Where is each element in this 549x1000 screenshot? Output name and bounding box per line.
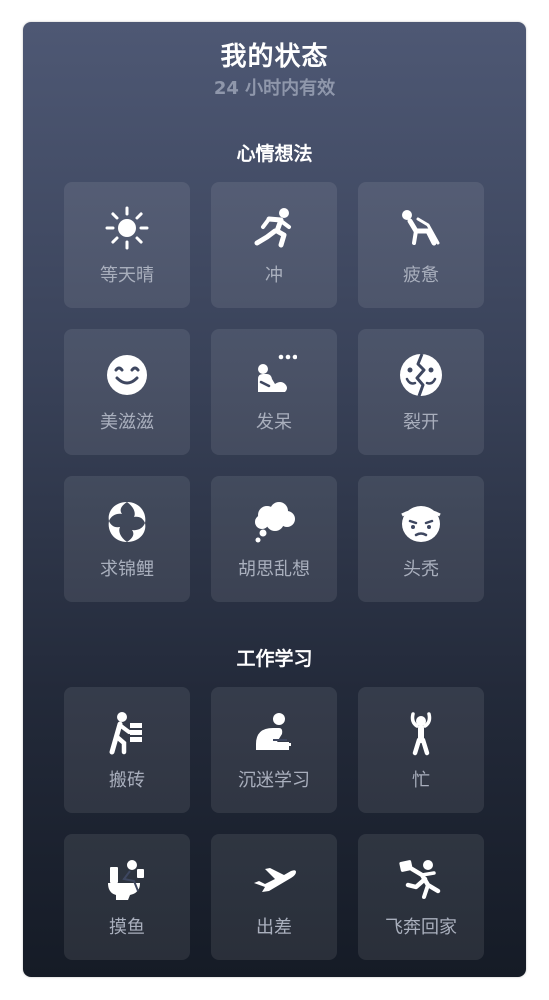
status-label: 摸鱼 <box>109 917 145 938</box>
cracked-face-icon <box>398 352 444 398</box>
status-tile-slacking[interactable]: 摸鱼 <box>64 834 190 960</box>
status-label: 沉迷学习 <box>238 770 310 791</box>
studying-icon <box>251 710 297 756</box>
status-label: 美滋滋 <box>100 412 154 433</box>
busy-person-icon <box>398 710 444 756</box>
status-tile-bricks[interactable]: 搬砖 <box>64 687 190 813</box>
smile-face-icon <box>104 352 150 398</box>
koi-fish-icon <box>104 499 150 545</box>
slacking-toilet-icon <box>104 857 150 903</box>
section-title-work: 工作学习 <box>236 648 313 670</box>
thought-bubble-icon <box>251 499 297 545</box>
status-label: 发呆 <box>256 412 292 433</box>
status-tile-overthinking[interactable]: 胡思乱想 <box>211 476 337 602</box>
status-label: 忙 <box>412 770 430 791</box>
status-label: 求锦鲤 <box>100 559 154 580</box>
sun-icon <box>104 205 150 251</box>
status-label: 疲惫 <box>403 265 439 286</box>
status-label: 冲 <box>265 265 283 286</box>
bald-head-icon <box>398 499 444 545</box>
status-tile-studying[interactable]: 沉迷学习 <box>211 687 337 813</box>
status-tile-koi[interactable]: 求锦鲤 <box>64 476 190 602</box>
status-tile-tired[interactable]: 疲惫 <box>358 182 484 308</box>
daydream-icon <box>251 352 297 398</box>
status-label: 头秃 <box>403 559 439 580</box>
status-label: 裂开 <box>403 412 439 433</box>
status-tile-bald[interactable]: 头秃 <box>358 476 484 602</box>
status-label: 飞奔回家 <box>385 917 457 938</box>
running-icon <box>251 205 297 251</box>
status-tile-busy[interactable]: 忙 <box>358 687 484 813</box>
status-tile-daydream[interactable]: 发呆 <box>211 329 337 455</box>
reclining-tired-icon <box>398 205 444 251</box>
status-label: 出差 <box>256 917 292 938</box>
status-panel: 我的状态 24 小时内有效 心情想法 等天晴 冲 疲惫 美滋滋 发呆 裂开 求锦… <box>23 22 526 977</box>
status-tile-happy[interactable]: 美滋滋 <box>64 329 190 455</box>
status-tile-cracked[interactable]: 裂开 <box>358 329 484 455</box>
status-label: 胡思乱想 <box>238 559 310 580</box>
page-title: 我的状态 <box>220 42 329 72</box>
status-tile-waiting-sunny[interactable]: 等天晴 <box>64 182 190 308</box>
status-tile-business-trip[interactable]: 出差 <box>211 834 337 960</box>
page-subtitle: 24 小时内有效 <box>213 78 336 99</box>
carrying-bricks-icon <box>104 710 150 756</box>
status-label: 等天晴 <box>100 265 154 286</box>
status-tile-charge[interactable]: 冲 <box>211 182 337 308</box>
rushing-home-icon <box>398 857 444 903</box>
airplane-icon <box>251 857 297 903</box>
status-tile-rush-home[interactable]: 飞奔回家 <box>358 834 484 960</box>
section-title-mood: 心情想法 <box>236 143 313 165</box>
status-label: 搬砖 <box>109 770 145 791</box>
